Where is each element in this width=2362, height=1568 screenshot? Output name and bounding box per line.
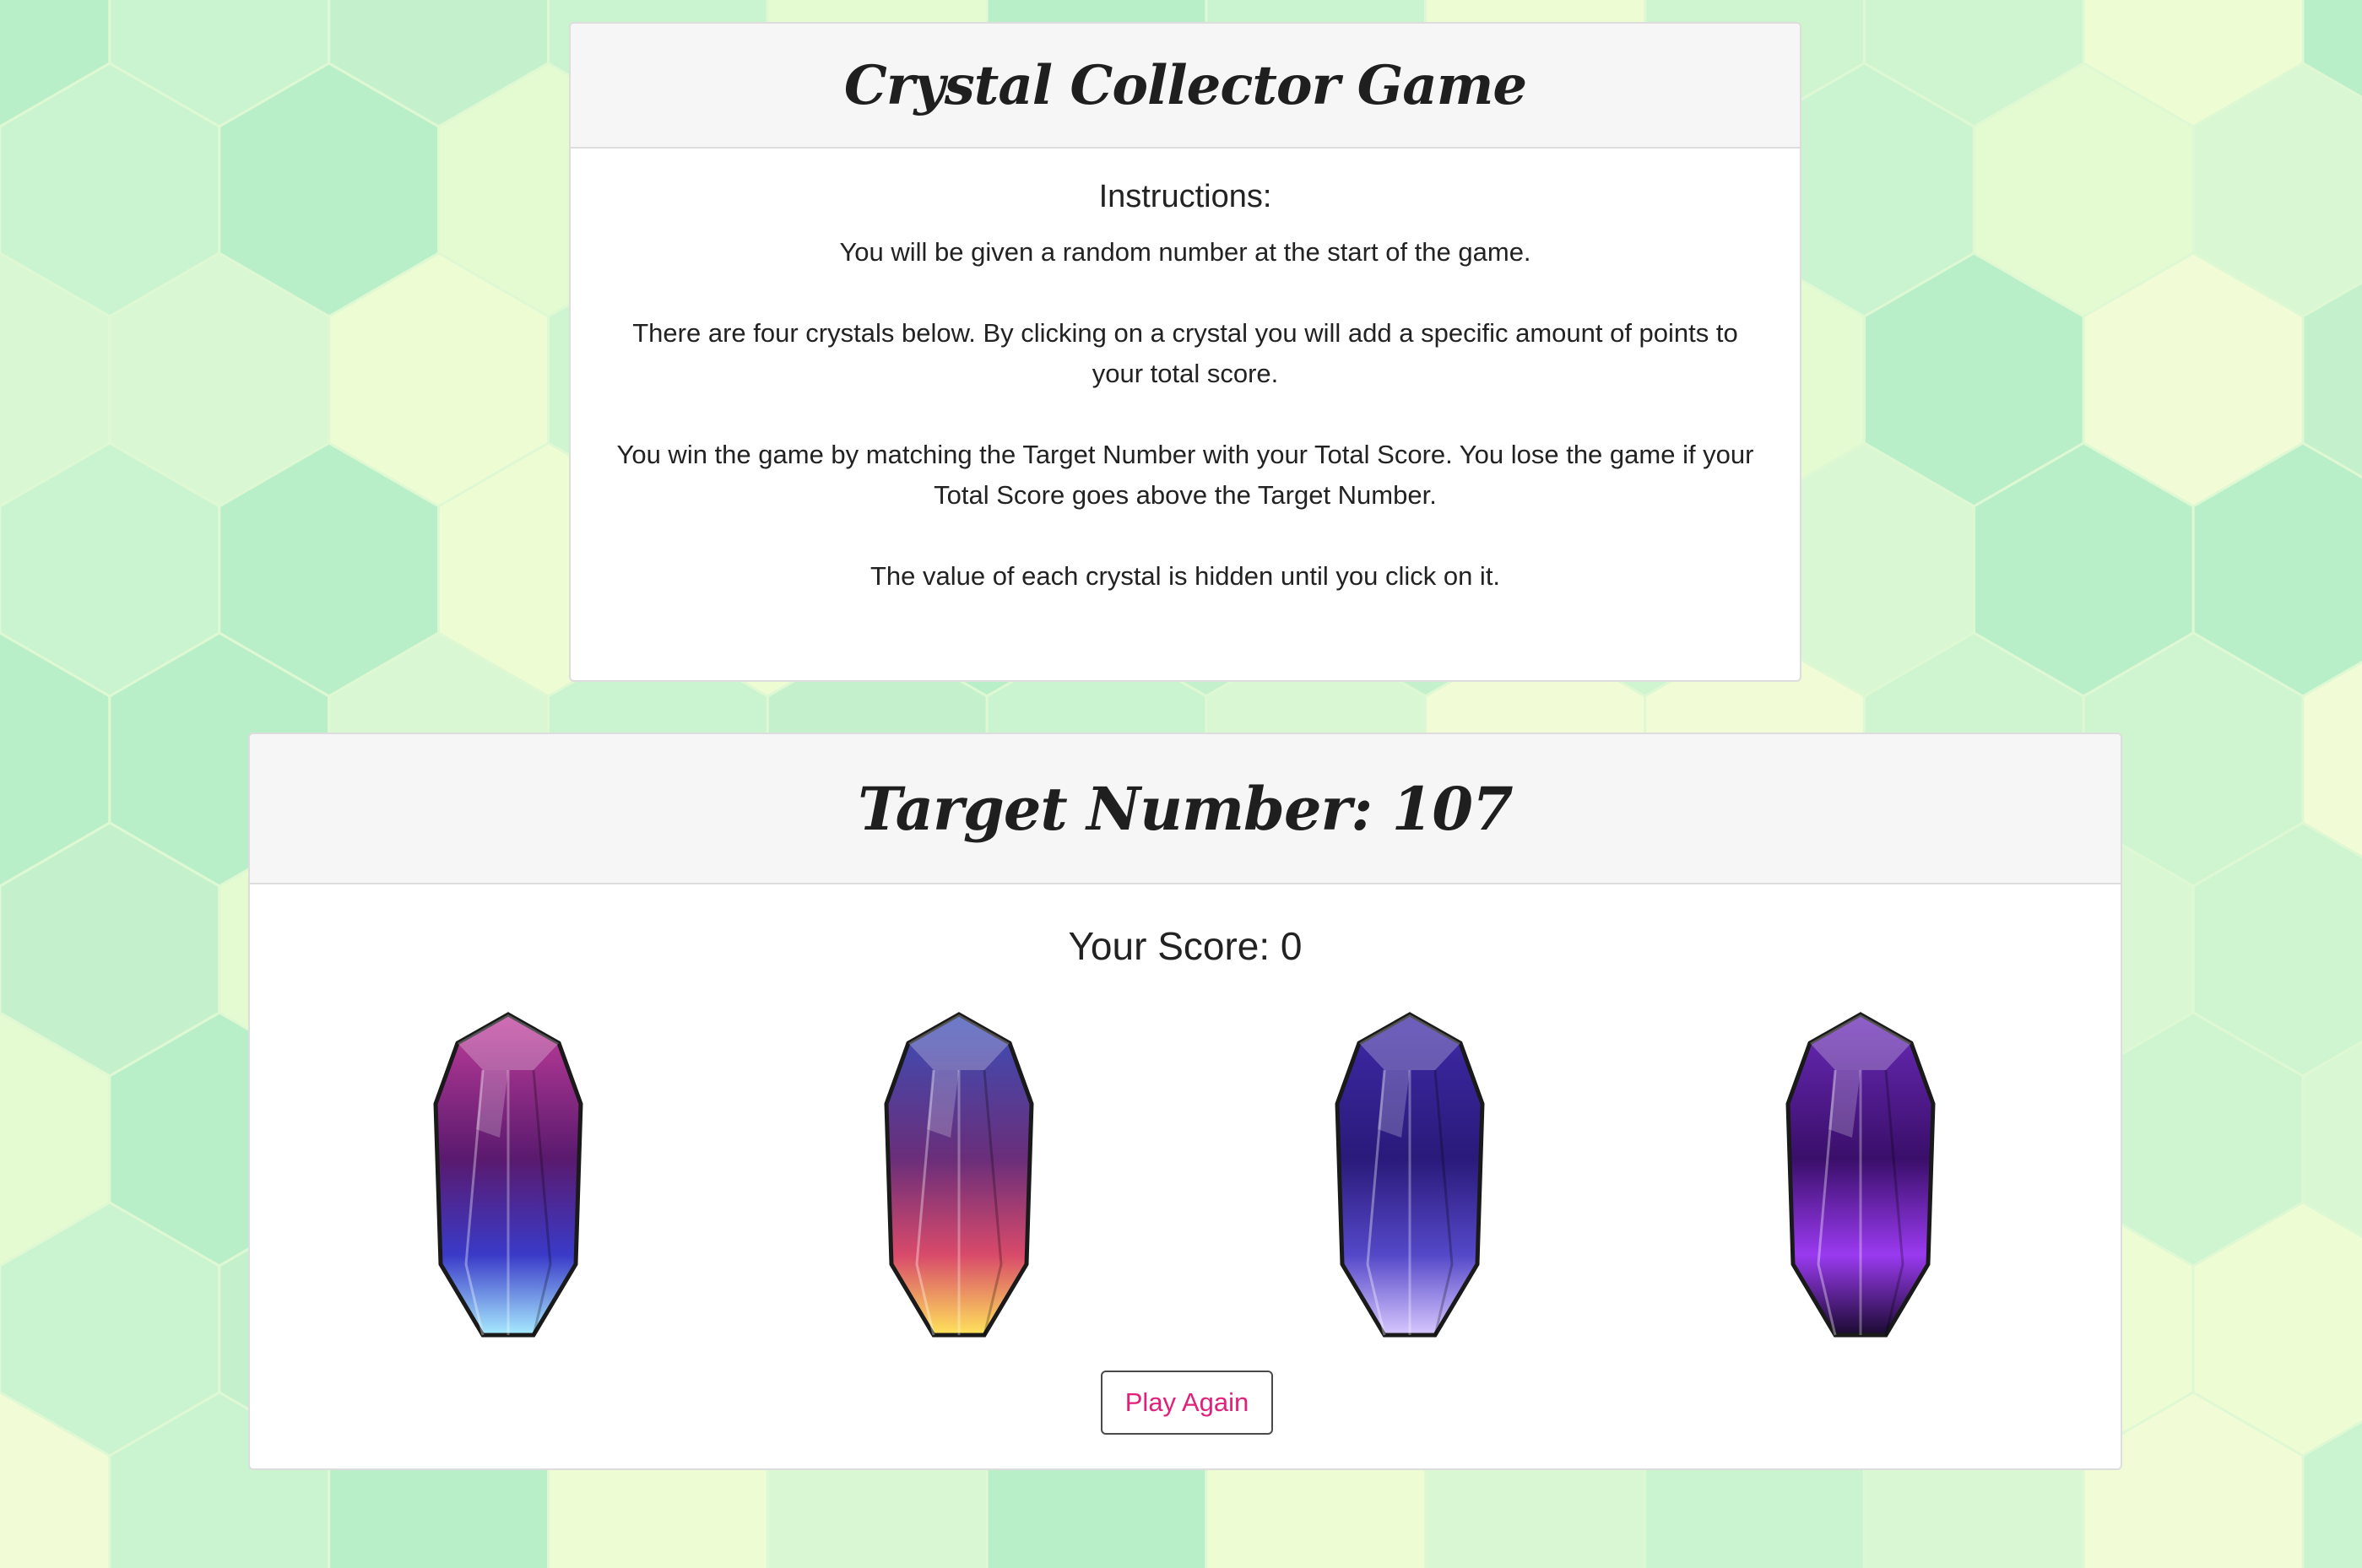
game-title: Crystal Collector Game: [843, 53, 1527, 117]
game-panel: Target Number: 107 Your Score: 0 Play Ag…: [248, 733, 2122, 1470]
instructions-panel-heading: Crystal Collector Game: [571, 24, 1800, 149]
target-value: 107: [1391, 773, 1514, 844]
target-number: Target Number: 107: [858, 773, 1514, 844]
crystal-icon: [1335, 1012, 1485, 1338]
instruction-paragraph: You will be given a random number at the…: [839, 237, 1531, 267]
instructions-panel: Crystal Collector Game Instructions: You…: [569, 22, 1801, 682]
crystal-icon: [884, 1012, 1034, 1338]
score-label: Your Score:: [1068, 924, 1281, 968]
crystal-3-button[interactable]: [1334, 1011, 1486, 1340]
crystal-1-button[interactable]: [432, 1011, 584, 1340]
crystal-icon: [433, 1012, 583, 1338]
instruction-paragraph: The value of each crystal is hidden unti…: [869, 561, 1501, 591]
crystal-row: [250, 1011, 2121, 1340]
score-display: Your Score: 0: [250, 923, 2121, 969]
instruction-paragraph: There are four crystals below. By clicki…: [632, 318, 1738, 388]
play-again-button[interactable]: Play Again: [1101, 1371, 1273, 1435]
instruction-paragraph: You win the game by matching the Target …: [616, 440, 1754, 510]
target-label: Target Number:: [858, 773, 1392, 844]
score-value: 0: [1280, 924, 1303, 968]
crystal-2-button[interactable]: [883, 1011, 1035, 1340]
instructions-heading: Instructions:: [1098, 179, 1272, 214]
crystal-4-button[interactable]: [1785, 1011, 1937, 1340]
target-heading: Target Number: 107: [250, 734, 2121, 884]
crystal-icon: [1785, 1012, 1936, 1338]
instructions-body: Instructions: You will be given a random…: [571, 149, 1800, 597]
